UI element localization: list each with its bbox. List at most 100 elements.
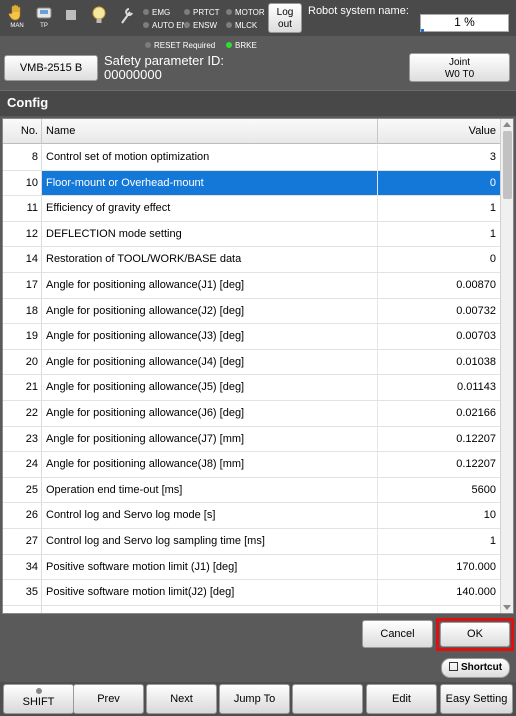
row-number: 35 <box>3 580 42 605</box>
header-value[interactable]: Value <box>378 119 500 144</box>
row-number: 21 <box>3 375 42 400</box>
row-value: 3 <box>489 151 496 163</box>
row-value: 0.00870 <box>456 278 496 291</box>
stop-square-icon <box>66 10 76 20</box>
safety-parameter-label: Safety parameter ID: <box>104 53 224 68</box>
vertical-scrollbar[interactable] <box>500 119 513 613</box>
page-title-bar: Config <box>0 90 516 116</box>
table-row[interactable]: 35 Positive software motion limit(J2) [de… <box>3 580 500 606</box>
dialog-button-row: Cancel OK <box>0 616 516 652</box>
table-row[interactable]: 26 Control log and Servo log mode [s] 10 <box>3 503 500 529</box>
table-row[interactable]: 11 Efficiency of gravity effect 1 <box>3 196 500 222</box>
function-key-bar: SHIFT Prev Next Jump To Edit Easy Settin… <box>0 682 516 716</box>
table-row[interactable]: 34 Positive software motion limit (J1) [d… <box>3 554 500 581</box>
logout-label-line2: out <box>278 19 292 30</box>
row-number: 25 <box>3 477 42 503</box>
manual-mode-indicator[interactable]: MAN <box>4 4 30 34</box>
row-number: 20 <box>3 349 42 375</box>
scroll-up-arrow-icon[interactable] <box>503 122 511 127</box>
tool-indicator[interactable] <box>114 4 140 34</box>
table-row[interactable]: 25 Operation end time-out [ms] 5600 <box>3 477 500 504</box>
table-row[interactable]: 18 Angle for positioning allowance(J2) [d… <box>3 298 500 325</box>
row-name: Angle for positioning allowance(J1) [deg… <box>42 272 378 298</box>
fkey-easy-setting[interactable]: Easy Setting <box>440 684 513 714</box>
row-value: 1 <box>489 534 496 547</box>
teach-pendant-indicator[interactable]: TP <box>31 4 57 34</box>
status-motor: MOTOR <box>226 8 265 17</box>
row-number: 8 <box>3 145 42 170</box>
row-value: 0 <box>378 170 500 196</box>
row-number: 12 <box>3 221 42 247</box>
robot-model-button[interactable]: VMB-2515 B <box>4 55 98 81</box>
row-value: 10 <box>483 509 496 522</box>
fkey-shift-label: SHIFT <box>22 696 55 708</box>
row-value: 170.000 <box>378 606 500 613</box>
header-name[interactable]: Name <box>42 119 378 144</box>
cancel-button[interactable]: Cancel <box>362 620 433 648</box>
reset-required-status: RESET Required <box>145 41 215 50</box>
table-row[interactable]: 20 Angle for positioning allowance(J4) [d… <box>3 349 500 376</box>
row-number: 17 <box>3 272 42 298</box>
top-status-bar: MAN TP EMG AUTO EN PRTCT ENSW MOTOR MLCK… <box>0 0 516 36</box>
row-name: Positive software motion limit (J1) [deg… <box>42 554 378 580</box>
table-row[interactable]: 14 Restoration of TOOL/WORK/BASE data 0 <box>3 247 500 273</box>
progress-text: 1 % <box>454 15 475 29</box>
shift-led-icon <box>35 688 42 694</box>
joint-label: Joint <box>448 57 471 68</box>
fkey-edit[interactable]: Edit <box>366 684 437 714</box>
fkey-jump-to[interactable]: Jump To <box>219 684 290 714</box>
row-number: 23 <box>3 426 42 452</box>
table-row[interactable]: 27 Control log and Servo log sampling tim… <box>3 528 500 555</box>
wrench-icon <box>121 8 133 24</box>
row-name: Efficiency of gravity effect <box>42 196 378 221</box>
scroll-down-arrow-icon[interactable] <box>503 605 511 610</box>
row-value: 170.000 <box>456 560 496 573</box>
info-bar: RESET Required BRKE VMB-2515 B Safety pa… <box>0 37 516 87</box>
scroll-thumb[interactable] <box>503 131 512 199</box>
progress-fill <box>421 29 424 32</box>
ok-button[interactable]: OK <box>440 622 510 647</box>
row-value: 1 <box>489 202 496 215</box>
light-indicator[interactable] <box>86 4 112 34</box>
row-value: 5600 <box>471 483 496 496</box>
row-number: 10 <box>3 170 42 196</box>
shortcut-button[interactable]: Shortcut <box>441 658 510 678</box>
row-value: 1 <box>489 227 496 240</box>
fkey-blank[interactable] <box>292 684 363 714</box>
joint-coordinate-button[interactable]: Joint W0 T0 <box>409 53 510 82</box>
table-row[interactable]: 24 Angle for positioning allowance(J8) [m… <box>3 452 500 478</box>
stop-indicator[interactable] <box>58 4 84 34</box>
table-row[interactable]: 36Positive software motion limit(J3) [de… <box>3 605 500 613</box>
row-number: 18 <box>3 298 42 324</box>
row-name: Floor-mount or Overhead-mount <box>42 170 378 196</box>
table-row[interactable]: 10 Floor-mount or Overhead-mount 0 <box>3 170 500 197</box>
row-name: Angle for positioning allowance(J3) [deg… <box>42 324 378 349</box>
table-row[interactable]: 12 DEFLECTION mode setting 1 <box>3 221 500 248</box>
robot-system-name-label: Robot system name: <box>308 5 409 17</box>
table-row[interactable]: 19 Angle for positioning allowance(J3) [d… <box>3 324 500 350</box>
motor-led-icon <box>226 9 232 15</box>
row-name: Angle for positioning allowance(J5) [deg… <box>42 375 378 400</box>
header-no[interactable]: No. <box>3 119 42 144</box>
table-row[interactable]: 17 Angle for positioning allowance(J1) [d… <box>3 272 500 299</box>
table-row[interactable]: 23 Angle for positioning allowance(J7) [m… <box>3 426 500 453</box>
fkey-prev[interactable]: Prev <box>73 684 144 714</box>
page-title: Config <box>7 95 49 110</box>
row-value: 0.12207 <box>456 458 496 471</box>
fkey-shift[interactable]: SHIFT <box>3 684 74 714</box>
logout-label-line1: Log <box>276 7 294 18</box>
table-row[interactable]: 8 Control set of motion optimization 3 <box>3 145 500 171</box>
table-row[interactable]: 21 Angle for positioning allowance(J5) [d… <box>3 375 500 401</box>
joint-tool-work-label: W0 T0 <box>444 69 475 80</box>
row-number: 19 <box>3 324 42 349</box>
logout-button[interactable]: Log out <box>268 3 302 33</box>
row-number: 26 <box>3 503 42 528</box>
brke-led-icon <box>226 42 232 48</box>
fkey-next[interactable]: Next <box>146 684 217 714</box>
shortcut-icon <box>448 662 458 671</box>
row-number: 14 <box>3 247 42 272</box>
row-number: 22 <box>3 400 42 426</box>
status-ensw: ENSW <box>184 21 217 30</box>
table-row[interactable]: 22 Angle for positioning allowance(J6) [d… <box>3 400 500 427</box>
mode-label: MAN <box>10 23 24 29</box>
